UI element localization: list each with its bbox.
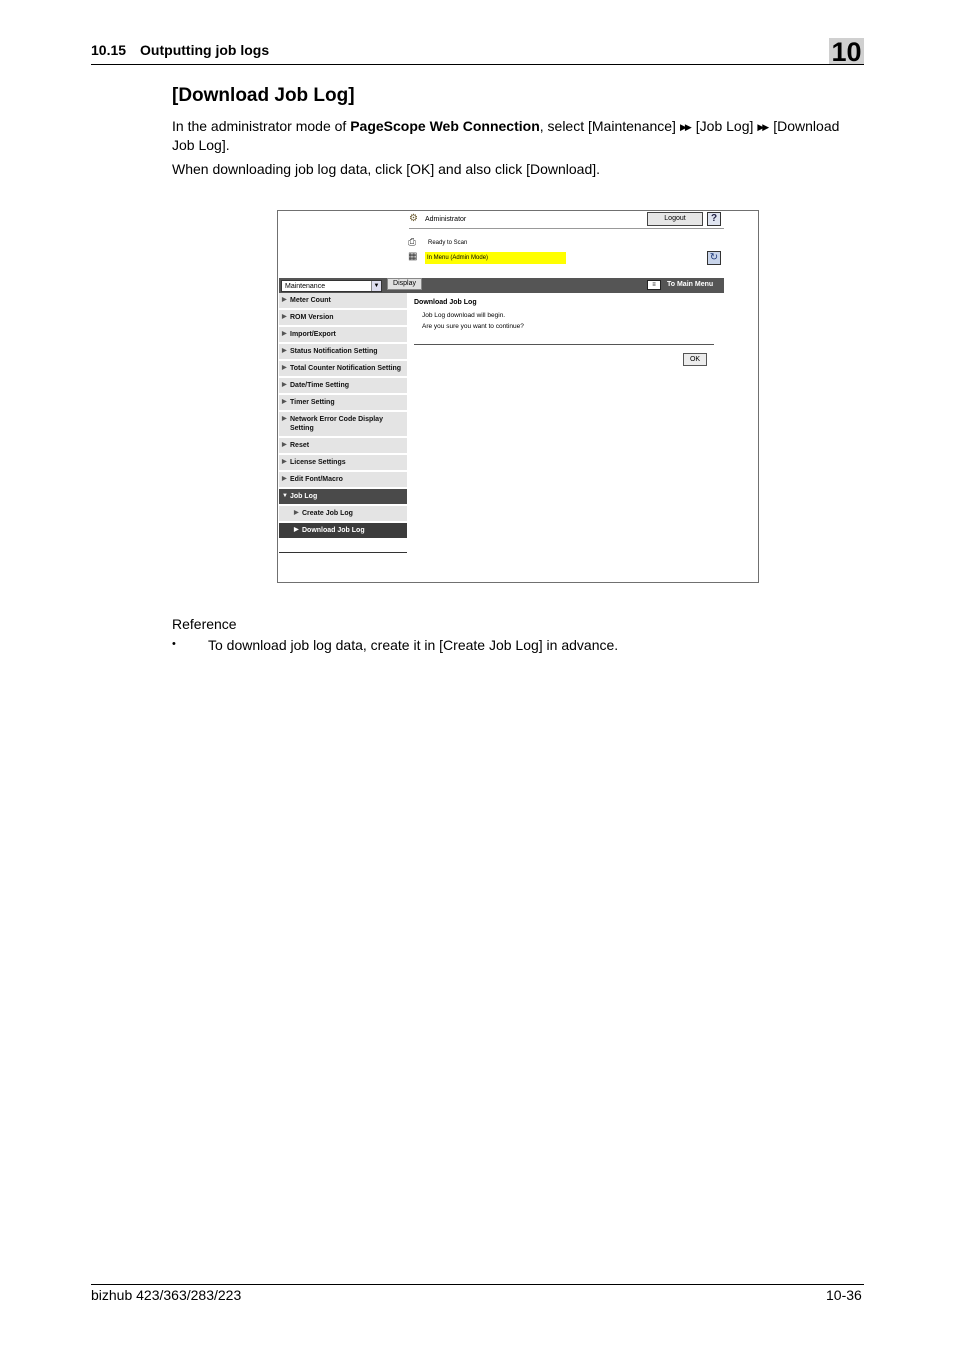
chevron-down-icon: ▼	[371, 281, 381, 291]
sidebar-item-label: Network Error Code Display Setting	[290, 416, 383, 432]
sidebar-item-date-time[interactable]: ▶ Date/Time Setting	[279, 378, 407, 395]
triangle-right-icon: ▶	[282, 399, 287, 405]
sidebar-item-label: Meter Count	[290, 297, 331, 304]
help-icon[interactable]: ?	[707, 212, 721, 226]
sidebar-item-label: Timer Setting	[290, 399, 335, 406]
triangle-right-icon: ▶	[282, 416, 287, 422]
main-menu-link[interactable]: To Main Menu	[667, 281, 713, 288]
intro-paragraph: In the administrator mode of PageScope W…	[172, 117, 862, 154]
device-icon: ▦	[408, 251, 418, 262]
sidebar-item-label: Job Log	[290, 493, 318, 500]
administrator-icon: ⚙	[409, 213, 418, 224]
triangle-right-icon: ▶	[282, 382, 287, 388]
sidebar-item-label: Download Job Log	[302, 527, 365, 534]
reference-item: To download job log data, create it in […	[208, 637, 619, 653]
header-rule	[91, 64, 864, 65]
intro-text-post1: , select [Maintenance]	[539, 118, 676, 134]
chapter-number: 10	[829, 38, 864, 66]
sidebar-item-label: License Settings	[290, 459, 346, 466]
printer-icon: ⎙	[408, 237, 416, 248]
page-title: [Download Job Log]	[172, 85, 355, 106]
sidebar-item-meter-count[interactable]: ▶ Meter Count	[279, 293, 407, 310]
sidebar-item-create-job-log[interactable]: ▶ Create Job Log	[279, 506, 407, 523]
sidebar-item-import-export[interactable]: ▶ Import/Export	[279, 327, 407, 344]
administrator-label: Administrator	[425, 216, 467, 223]
sidebar-item-label: Import/Export	[290, 331, 336, 338]
triangle-right-icon: ▶	[294, 510, 299, 516]
content-divider	[414, 344, 714, 345]
sidebar-item-label: ROM Version	[290, 314, 334, 321]
footer-page-number: 10-36	[826, 1287, 862, 1303]
triangle-right-icon: ▶	[282, 348, 287, 354]
status-ready: Ready to Scan	[428, 240, 468, 246]
status-mode: In Menu (Admin Mode)	[425, 252, 566, 264]
menu-select-value: Maintenance	[285, 283, 326, 290]
footer-model: bizhub 423/363/283/223	[91, 1287, 242, 1303]
content-title: Download Job Log	[414, 299, 477, 306]
sidebar-item-label: Total Counter Notification Setting	[290, 365, 402, 372]
triangle-right-icon: ▶	[282, 459, 287, 465]
sidebar-item-reset[interactable]: ▶ Reset	[279, 438, 407, 455]
footer-rule	[91, 1284, 864, 1285]
sidebar-item-label: Date/Time Setting	[290, 382, 349, 389]
sidebar-item-label: Status Notification Setting	[290, 348, 378, 355]
sidebar-item-label: Edit Font/Macro	[290, 476, 343, 483]
triangle-right-icon: ▶	[282, 442, 287, 448]
sidebar-bottom-rule	[279, 552, 407, 553]
sidebar-item-timer[interactable]: ▶ Timer Setting	[279, 395, 407, 412]
sidebar: ▶ Meter Count ▶ ROM Version ▶ Import/Export…	[279, 293, 407, 540]
triangle-right-icon: ▶	[282, 314, 287, 320]
logout-button[interactable]: Logout	[647, 212, 703, 226]
web-connection-screenshot: ⚙ Administrator Logout ? ⎙ Ready to Scan…	[277, 210, 759, 583]
double-arrow-icon: ▶▶	[757, 122, 769, 132]
download-instruction: When downloading job log data, click [OK…	[172, 161, 601, 177]
sidebar-item-job-log[interactable]: ▼ Job Log	[279, 489, 407, 506]
sidebar-item-total-counter-notification[interactable]: ▶ Total Counter Notification Setting	[279, 361, 407, 378]
product-name: PageScope Web Connection	[350, 118, 540, 134]
sidebar-item-license-settings[interactable]: ▶ License Settings	[279, 455, 407, 472]
bullet-icon: •	[172, 638, 176, 650]
section-heading: 10.15 Outputting job logs	[91, 42, 270, 58]
sidebar-item-rom-version[interactable]: ▶ ROM Version	[279, 310, 407, 327]
sidebar-item-edit-font-macro[interactable]: ▶ Edit Font/Macro	[279, 472, 407, 489]
content-question: Are you sure you want to continue?	[422, 323, 524, 330]
ok-button[interactable]: OK	[683, 353, 707, 366]
triangle-right-icon: ▶	[282, 331, 287, 337]
triangle-right-icon: ▶	[282, 297, 287, 303]
main-menu-icon[interactable]: ≡	[647, 280, 661, 290]
triangle-right-icon: ▶	[282, 476, 287, 482]
intro-text-pre: In the administrator mode of	[172, 118, 351, 134]
intro-text-mid: [Job Log]	[695, 118, 754, 134]
display-button[interactable]: Display	[387, 278, 422, 290]
top-divider	[409, 228, 724, 229]
content-message: Job Log download will begin.	[422, 312, 506, 319]
sidebar-item-network-error-code[interactable]: ▶ Network Error Code Display Setting	[279, 412, 407, 438]
triangle-right-icon: ▶	[294, 527, 299, 533]
refresh-icon[interactable]: ↻	[707, 251, 721, 265]
sidebar-item-label: Reset	[290, 442, 310, 449]
sidebar-item-download-job-log[interactable]: ▶ Download Job Log	[279, 523, 407, 540]
sidebar-item-label: Create Job Log	[302, 510, 353, 517]
triangle-right-icon: ▶	[282, 365, 287, 371]
triangle-down-icon: ▼	[282, 493, 288, 499]
menu-select[interactable]: Maintenance ▼	[281, 280, 382, 292]
double-arrow-icon: ▶▶	[679, 122, 692, 132]
sidebar-item-status-notification[interactable]: ▶ Status Notification Setting	[279, 344, 407, 361]
reference-heading: Reference	[172, 616, 237, 632]
